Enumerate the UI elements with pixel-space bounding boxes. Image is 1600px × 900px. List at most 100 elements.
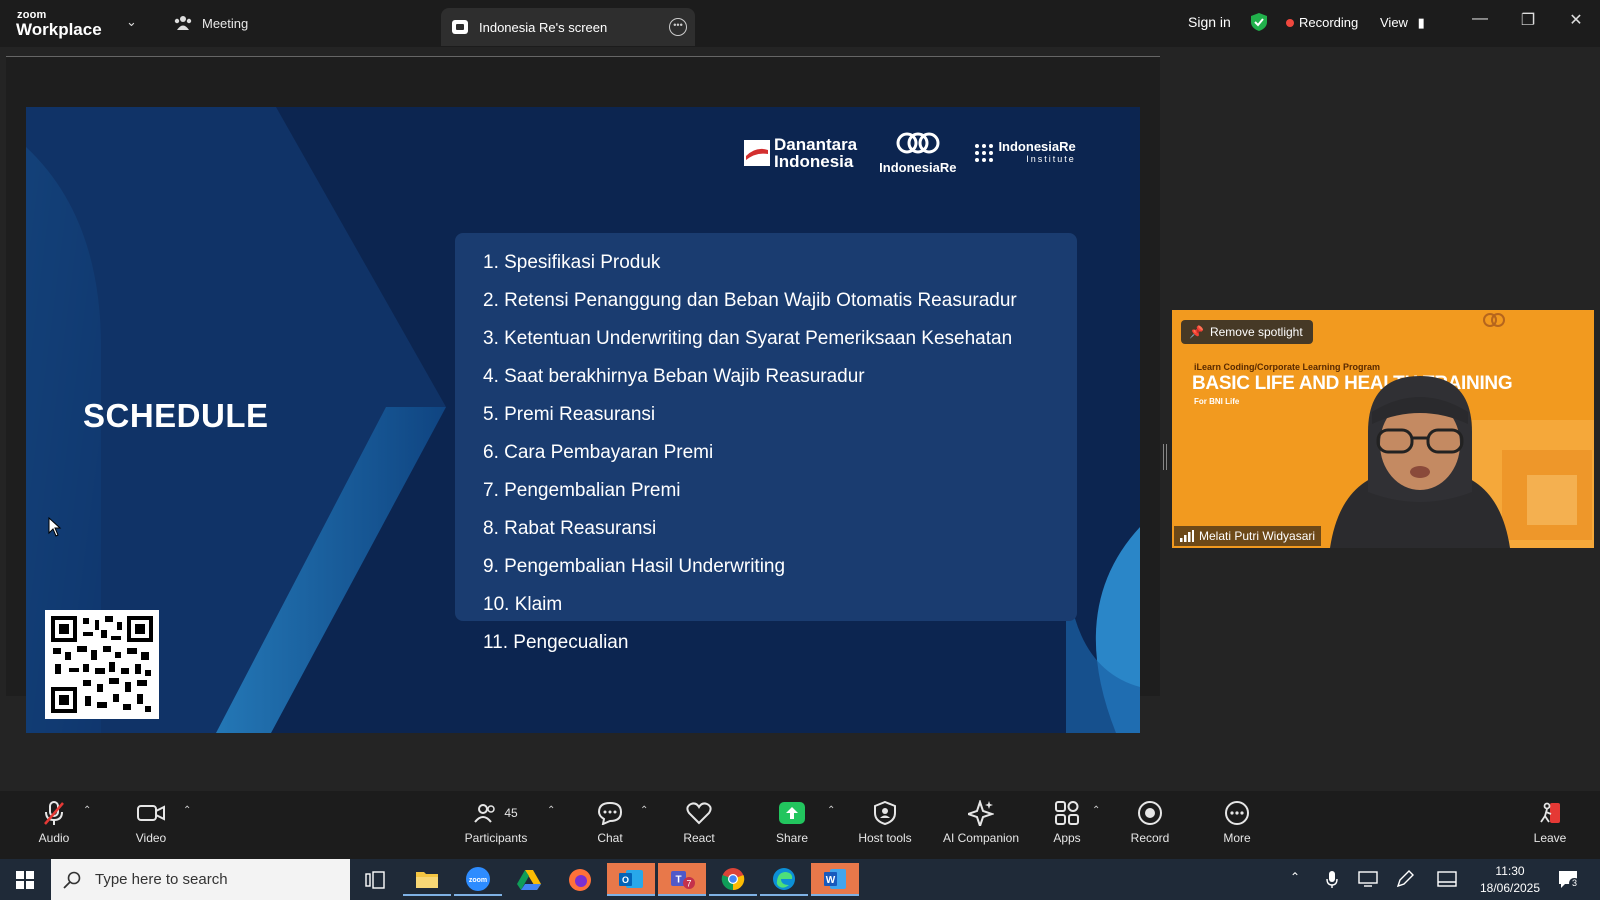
tab-meeting[interactable]: Meeting bbox=[174, 8, 248, 38]
indonesiare-institute-logo: IndonesiaRe Institute bbox=[974, 139, 1076, 165]
audio-button[interactable]: Audio bbox=[14, 799, 94, 845]
chat-options-caret-icon[interactable]: ⌃ bbox=[640, 805, 648, 816]
shared-slide: SCHEDULE 1. Spesifikasi Produk 2. Retens… bbox=[26, 107, 1140, 733]
firefox-icon[interactable] bbox=[556, 863, 604, 896]
pen-icon[interactable] bbox=[1396, 870, 1414, 888]
windows-start-icon[interactable] bbox=[16, 871, 34, 889]
record-button[interactable]: Record bbox=[1110, 799, 1190, 845]
chevron-down-icon[interactable]: ⌄ bbox=[126, 14, 137, 30]
ai-companion-button[interactable]: AI Companion bbox=[936, 799, 1026, 845]
audio-label: Audio bbox=[38, 831, 70, 845]
more-options-icon[interactable]: ••• bbox=[669, 18, 687, 36]
institute-grid-icon bbox=[975, 144, 994, 162]
schedule-item: 6. Cara Pembayaran Premi bbox=[483, 442, 714, 463]
participants-options-caret-icon[interactable]: ⌃ bbox=[547, 805, 555, 816]
taskbar-clock[interactable]: 11:30 18/06/2025 bbox=[1470, 863, 1550, 897]
video-program-text: iLearn Coding/Corporate Learning Program bbox=[1194, 362, 1381, 372]
audio-options-caret-icon[interactable]: ⌃ bbox=[83, 805, 91, 816]
windows-taskbar: Type here to search zoom O T7 W ⌃ 11:30 … bbox=[0, 859, 1600, 900]
google-drive-icon[interactable] bbox=[505, 863, 553, 896]
camera-icon bbox=[137, 805, 165, 821]
share-label: Share bbox=[775, 831, 809, 845]
screen-share-icon bbox=[452, 20, 468, 34]
schedule-item: 5. Premi Reasuransi bbox=[483, 404, 656, 425]
network-icon[interactable] bbox=[1358, 871, 1378, 887]
outlook-icon[interactable]: O bbox=[607, 863, 655, 896]
leave-button[interactable]: Leave bbox=[1510, 799, 1590, 845]
signal-strength-icon bbox=[1180, 530, 1194, 542]
participant-video-feed bbox=[1330, 376, 1510, 548]
video-button[interactable]: Video bbox=[111, 799, 191, 845]
taskbar-search-box[interactable]: Type here to search bbox=[51, 859, 350, 900]
video-options-caret-icon[interactable]: ⌃ bbox=[183, 805, 191, 816]
chat-button[interactable]: Chat bbox=[570, 799, 650, 845]
participants-button[interactable]: 45 Participants bbox=[456, 799, 536, 845]
word-icon[interactable]: W bbox=[811, 863, 859, 896]
tab-shared-screen-label: Indonesia Re's screen bbox=[479, 19, 608, 35]
remove-spotlight-button[interactable]: 📌 Remove spotlight bbox=[1181, 320, 1313, 344]
leave-label: Leave bbox=[1533, 831, 1567, 845]
svg-text:7: 7 bbox=[686, 878, 691, 888]
svg-text:zoom: zoom bbox=[469, 877, 487, 884]
view-button[interactable]: View ▮ bbox=[1380, 15, 1425, 31]
schedule-item: 7. Pengembalian Premi bbox=[483, 480, 681, 501]
indonesiare-logo-text: IndonesiaRe bbox=[879, 160, 957, 175]
app-logo: Workplace bbox=[16, 20, 102, 39]
tab-shared-screen[interactable]: Indonesia Re's screen ••• bbox=[441, 8, 695, 46]
sign-in-button[interactable]: Sign in bbox=[1188, 14, 1231, 30]
more-button[interactable]: More bbox=[1197, 799, 1277, 845]
file-explorer-icon[interactable] bbox=[403, 863, 451, 896]
apps-options-caret-icon[interactable]: ⌃ bbox=[1092, 805, 1100, 816]
microphone-muted-icon bbox=[44, 801, 64, 825]
task-view-icon[interactable] bbox=[351, 863, 399, 896]
tab-meeting-label: Meeting bbox=[202, 15, 249, 31]
heart-icon bbox=[686, 802, 712, 825]
qr-code-graphic bbox=[51, 616, 153, 713]
schedule-item: 8. Rabat Reasuransi bbox=[483, 518, 657, 539]
notifications-button[interactable]: 3 bbox=[1557, 868, 1581, 895]
indonesiare-emblem-icon bbox=[896, 132, 940, 154]
participants-icon bbox=[474, 804, 496, 823]
edge-icon[interactable] bbox=[760, 863, 808, 896]
institute-logo-line1: IndonesiaRe bbox=[998, 139, 1076, 154]
touch-keyboard-icon[interactable] bbox=[1437, 871, 1457, 887]
taskbar-microphone-icon[interactable] bbox=[1326, 870, 1338, 888]
share-options-caret-icon[interactable]: ⌃ bbox=[827, 805, 835, 816]
notification-count: 3 bbox=[1569, 878, 1581, 888]
danantara-logo: Danantara Indonesia bbox=[744, 136, 857, 170]
more-icon bbox=[1225, 801, 1249, 825]
restore-icon[interactable]: ❐ bbox=[1518, 10, 1538, 30]
react-label: React bbox=[683, 831, 715, 845]
close-icon[interactable]: ✕ bbox=[1566, 10, 1586, 30]
record-label: Record bbox=[1130, 831, 1170, 845]
minimize-icon[interactable]: — bbox=[1470, 10, 1490, 28]
recording-indicator[interactable]: Recording bbox=[1286, 15, 1358, 30]
show-hidden-icons-chevron-icon[interactable]: ⌃ bbox=[1290, 870, 1300, 884]
svg-text:W: W bbox=[826, 875, 836, 886]
participants-label: Participants bbox=[464, 831, 528, 845]
recording-label: Recording bbox=[1299, 15, 1359, 30]
danantara-emblem-icon bbox=[744, 140, 770, 166]
security-shield-icon[interactable] bbox=[1250, 12, 1268, 32]
record-icon bbox=[1138, 801, 1162, 825]
chrome-icon[interactable] bbox=[709, 863, 757, 896]
participants-count: 45 bbox=[504, 806, 518, 820]
zoom-app-icon[interactable]: zoom bbox=[454, 863, 502, 896]
people-icon bbox=[174, 16, 192, 30]
teams-icon[interactable]: T7 bbox=[658, 863, 706, 896]
react-button[interactable]: React bbox=[659, 799, 739, 845]
slide-title: SCHEDULE bbox=[83, 397, 269, 434]
spotlight-video-tile[interactable]: 📌 Remove spotlight iLearn Coding/Corpora… bbox=[1172, 310, 1594, 548]
share-button[interactable]: Share bbox=[752, 799, 832, 845]
schedule-item: 9. Pengembalian Hasil Underwriting bbox=[483, 556, 786, 577]
apps-icon bbox=[1055, 801, 1079, 825]
panel-resize-handle[interactable] bbox=[1163, 444, 1167, 470]
apps-label: Apps bbox=[1053, 831, 1081, 845]
institute-logo-line2: Institute bbox=[1026, 154, 1076, 164]
recording-dot-icon bbox=[1286, 18, 1294, 27]
taskbar-time: 11:30 bbox=[1495, 864, 1525, 878]
host-tools-button[interactable]: Host tools bbox=[845, 799, 925, 845]
schedule-item: 3. Ketentuan Underwriting dan Syarat Pem… bbox=[483, 328, 1013, 349]
view-layout-icon: ▮ bbox=[1417, 15, 1425, 30]
chat-icon bbox=[597, 801, 623, 825]
